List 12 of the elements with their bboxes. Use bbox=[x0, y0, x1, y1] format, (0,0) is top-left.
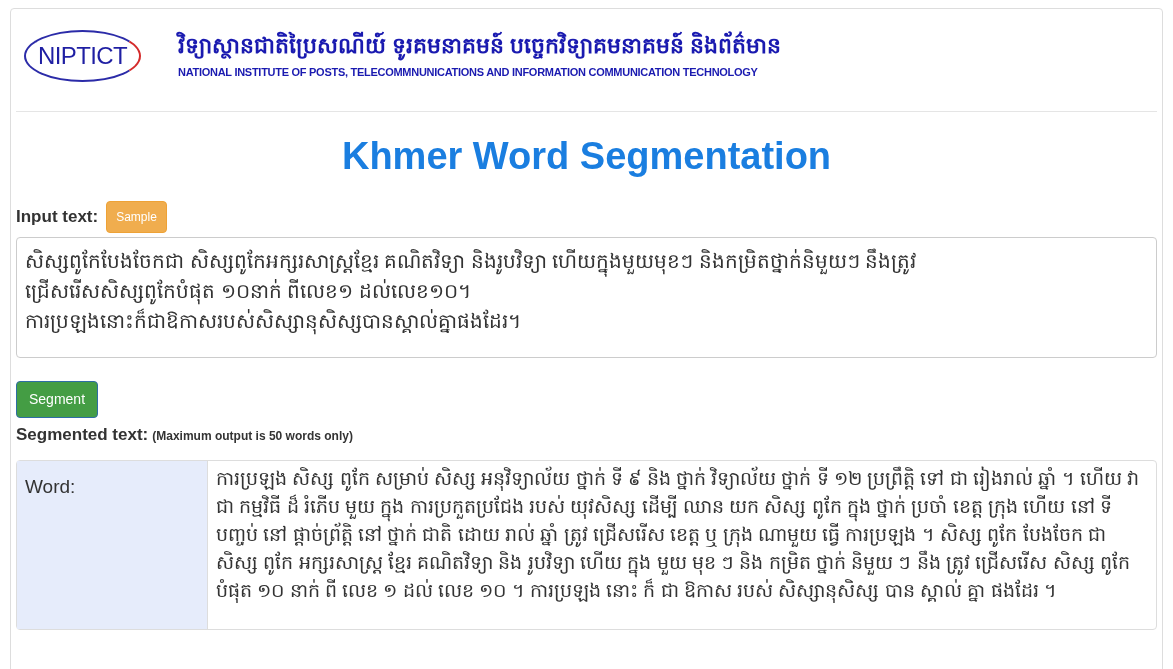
input-field[interactable]: សិស្សពូកែបែងចែកជា សិស្សពូកែអក្សរសាស្ត្រខ្មែរ គណិតវិទ្យា និងរូបវិទ្យា ហើយក្នុងមួយមុខៗ និងកម្រិតថ្នាក់និមួយៗ នឹងត្រូវ ជ្រើសរើសសិស្សពូកែបំផុត ១០នាក់ ពីលេខ១ ដល់លេខ១០។ ការប្រឡងនោះក៏ជាឱកាសរបស់សិស្សានុសិស្សបានស្គាល់គ្នាផងដែរ។ bbox=[16, 237, 1157, 358]
institute-title-khmer: វិទ្យាស្ថានជាតិប្រៃសណីយ៍ ទូរគមនាគមន៍ បច្ចេកវិទ្យាគមនាគមន៍ និងព័ត៌មាន bbox=[178, 32, 782, 60]
input-label: Input text: bbox=[16, 206, 99, 229]
institute-title-english: NATIONAL INSTITUTE OF POSTS, TELECOMMNUNICATIONS AND INFORMATION COMMUNICATION TECHNOLOGY bbox=[178, 64, 759, 80]
segmented-text: ការប្រឡង សិស្ស ពូកែ សម្រាប់ សិស្ស អនុវិទ្យាល័យ ថ្នាក់ ទី ៩ និង ថ្នាក់ វិទ្យាល័យ ថ្នាក់ ទី ១២ ប្រព្រឹត្ដិ ទៅ ជា រៀងរាល់ ឆ្នាំ ។ ហើយ វា ជា កម្មវិធី ដ៏ រំភើប មួយ ក្នុង ការប្រកួតប្រជែង របស់ យុវសិស្ស ដើម្បី ឈាន យក សិស្ស ពូកែ ក្នុង ថ្នាក់ ប្រចាំ ខេត្ត ក្រុង ហើយ នៅ ទីបញ្ចប់ នៅ ផ្តាច់ព្រ័ត្តិ នៅ ថ្នាក់ ជាតិ ដោយ រាល់ ឆ្នាំ ត្រូវ ជ្រើសរើស ខេត្ត ឬ ក្រុង ណាមួយ ធ្វើ ការប្រឡង ។ សិស្ស ពូកែ បែងចែក ជា សិស្ស ពូកែ អក្សរសាស្ត្រ ខ្មែរ គណិតវិទ្យា និង រូបវិទ្យា ហើយ ក្នុង មួយ មុខ ៗ និង កម្រិត ថ្នាក់ និមួយ ៗ នឹង ត្រូវ ជ្រើសរើស សិស្ស ពូកែ បំផុត ១០ នាក់ ពី លេខ ១ ដល់ លេខ ១០ ។ ការប្រឡង នោះ ក៏ ជា ឱកាស របស់ សិស្សានុសិស្ស បាន ស្គាល់ គ្នា ផងដែរ ។ bbox=[216, 465, 1141, 605]
segment-button[interactable]: Segment bbox=[16, 381, 99, 418]
output-label: Segmented text: bbox=[16, 424, 149, 446]
output-note: (Maximum output is 50 words only) bbox=[152, 428, 353, 445]
page-title: Khmer Word Segmentation bbox=[341, 134, 832, 179]
logo: NIPTICT bbox=[24, 30, 142, 82]
sample-button[interactable]: Sample bbox=[106, 201, 167, 233]
word-label: Word: bbox=[25, 475, 76, 497]
